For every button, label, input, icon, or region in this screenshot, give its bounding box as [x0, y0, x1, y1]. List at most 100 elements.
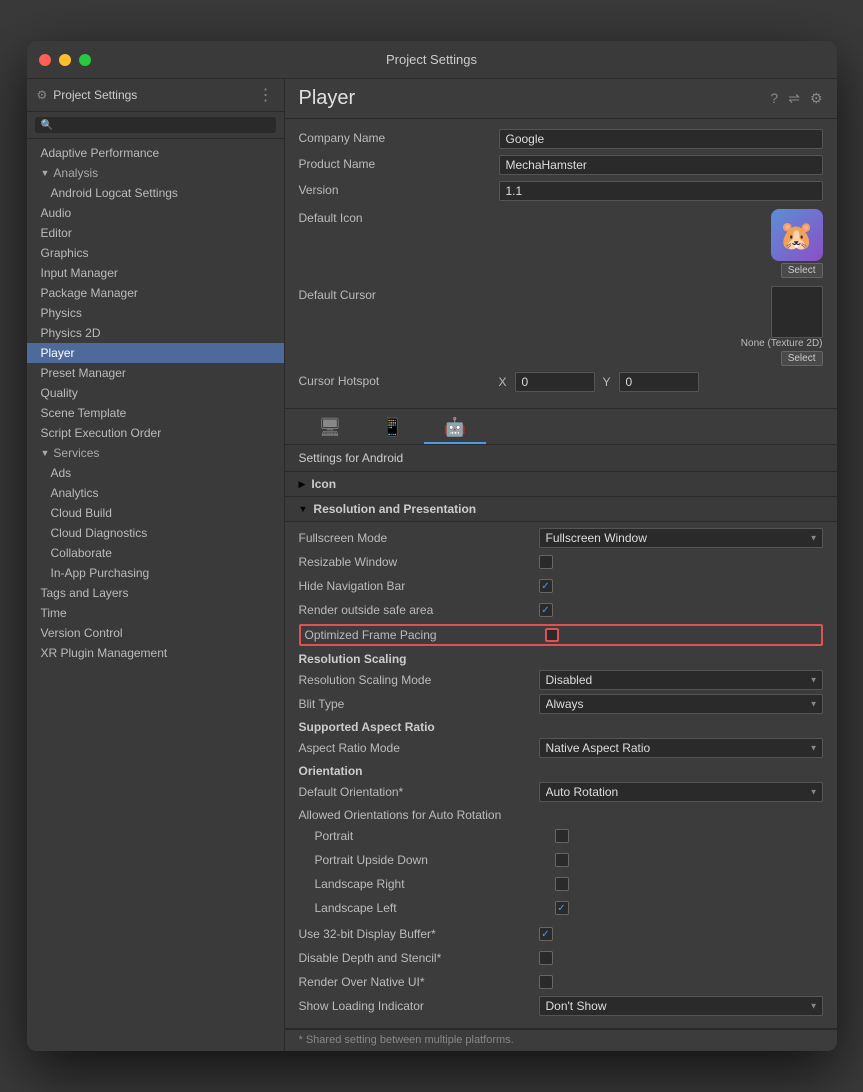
- company-name-input[interactable]: [499, 129, 823, 149]
- search-input[interactable]: [57, 119, 270, 131]
- sidebar-item-player[interactable]: Player: [27, 343, 284, 363]
- optimized-frame-checkbox[interactable]: [545, 628, 559, 642]
- sidebar-header: ⚙ Project Settings ⋮: [27, 79, 284, 112]
- settings-icon[interactable]: ⚙: [810, 90, 823, 107]
- resizable-row: Resizable Window: [299, 552, 823, 572]
- portrait-checkbox[interactable]: [555, 829, 569, 843]
- portrait-upside-row: Portrait Upside Down: [299, 850, 823, 870]
- layout-icon[interactable]: ⇌: [788, 90, 800, 107]
- sidebar-item-analysis[interactable]: ▼ Analysis: [27, 163, 284, 183]
- depth-stencil-row: Disable Depth and Stencil*: [299, 948, 823, 968]
- fullscreen-select[interactable]: Fullscreen Window Windowed Maximized Win…: [539, 528, 823, 548]
- sidebar-item-xr-plugin[interactable]: XR Plugin Management: [27, 643, 284, 663]
- render-outside-label: Render outside safe area: [299, 603, 539, 617]
- settings-for-label: Settings for Android: [285, 445, 837, 472]
- landscape-left-checkbox[interactable]: [555, 901, 569, 915]
- sidebar-item-script-execution[interactable]: Script Execution Order: [27, 423, 284, 443]
- sidebar-item-in-app[interactable]: In-App Purchasing: [27, 563, 284, 583]
- render-native-control: [539, 975, 823, 989]
- fullscreen-row: Fullscreen Mode Fullscreen Window Window…: [299, 528, 823, 548]
- render-outside-checkbox[interactable]: [539, 603, 553, 617]
- maximize-button[interactable]: [79, 54, 91, 66]
- platform-tab-monitor[interactable]: 🖥: [299, 413, 362, 444]
- render-outside-row: Render outside safe area: [299, 600, 823, 620]
- sidebar-item-physics2d[interactable]: Physics 2D: [27, 323, 284, 343]
- sidebar-item-package-manager[interactable]: Package Manager: [27, 283, 284, 303]
- blit-type-select[interactable]: Always Never Auto: [539, 694, 823, 714]
- depth-stencil-checkbox[interactable]: [539, 951, 553, 965]
- landscape-right-checkbox[interactable]: [555, 877, 569, 891]
- aspect-ratio-row: Aspect Ratio Mode Native Aspect Ratio Fi…: [299, 738, 823, 758]
- depth-stencil-control: [539, 951, 823, 965]
- render-native-label: Render Over Native UI*: [299, 975, 539, 989]
- optimized-frame-row: Optimized Frame Pacing: [299, 624, 823, 646]
- titlebar: Project Settings: [27, 41, 837, 79]
- sidebar-item-cloud-diagnostics[interactable]: Cloud Diagnostics: [27, 523, 284, 543]
- cursor-preview: [771, 286, 823, 338]
- sidebar-item-input-manager[interactable]: Input Manager: [27, 263, 284, 283]
- product-name-input[interactable]: [499, 155, 823, 175]
- aspect-ratio-select[interactable]: Native Aspect Ratio Fixed Width Fixed He…: [539, 738, 823, 758]
- shared-note: * Shared setting between multiple platfo…: [285, 1029, 837, 1050]
- close-button[interactable]: [39, 54, 51, 66]
- landscape-right-control: [555, 877, 823, 891]
- hide-nav-label: Hide Navigation Bar: [299, 579, 539, 593]
- company-name-label: Company Name: [299, 129, 499, 145]
- default-cursor-control: None (Texture 2D) Select: [499, 286, 823, 366]
- icon-preview: 🐹: [771, 209, 823, 261]
- resizable-checkbox[interactable]: [539, 555, 553, 569]
- main-window: Project Settings ⚙ Project Settings ⋮ 🔍 …: [27, 41, 837, 1051]
- sidebar-item-collaborate[interactable]: Collaborate: [27, 543, 284, 563]
- platform-tab-android[interactable]: 🤖: [424, 413, 486, 444]
- sidebar-item-version-control[interactable]: Version Control: [27, 623, 284, 643]
- hotspot-y-input[interactable]: [619, 372, 699, 392]
- main-content: ⚙ Project Settings ⋮ 🔍 Adaptive Performa…: [27, 79, 837, 1051]
- splash-image-section[interactable]: ▶ Splash Image: [285, 1050, 837, 1051]
- display-buffer-checkbox[interactable]: [539, 927, 553, 941]
- render-native-checkbox[interactable]: [539, 975, 553, 989]
- cursor-select-button[interactable]: Select: [781, 351, 823, 366]
- sidebar-menu-icon[interactable]: ⋮: [258, 85, 274, 105]
- icon-section-toggle[interactable]: ▶ Icon: [285, 472, 837, 497]
- icon-select-button[interactable]: Select: [781, 263, 823, 278]
- sidebar-item-preset-manager[interactable]: Preset Manager: [27, 363, 284, 383]
- platform-tab-mobile[interactable]: 📱: [361, 413, 423, 444]
- version-input[interactable]: [499, 181, 823, 201]
- portrait-label: Portrait: [315, 829, 555, 843]
- sidebar-item-physics[interactable]: Physics: [27, 303, 284, 323]
- sidebar-item-quality[interactable]: Quality: [27, 383, 284, 403]
- sidebar-item-graphics[interactable]: Graphics: [27, 243, 284, 263]
- scaling-mode-control: Disabled Fixed DPI Letterbox ▼: [539, 670, 823, 690]
- hide-nav-checkbox[interactable]: [539, 579, 553, 593]
- default-icon-control: 🐹 Select: [499, 209, 823, 278]
- sidebar-item-adaptive[interactable]: Adaptive Performance: [27, 143, 284, 163]
- minimize-button[interactable]: [59, 54, 71, 66]
- help-icon[interactable]: ?: [770, 90, 778, 107]
- hotspot-x-input[interactable]: [515, 372, 595, 392]
- sidebar-item-cloud-build[interactable]: Cloud Build: [27, 503, 284, 523]
- sidebar-item-android-logcat[interactable]: Android Logcat Settings: [27, 183, 284, 203]
- panel-scroll[interactable]: Company Name Product Name Version: [285, 119, 837, 1051]
- default-orientation-select[interactable]: Auto Rotation Portrait Portrait Upside D…: [539, 782, 823, 802]
- hide-nav-row: Hide Navigation Bar: [299, 576, 823, 596]
- sidebar-item-time[interactable]: Time: [27, 603, 284, 623]
- sidebar-item-editor[interactable]: Editor: [27, 223, 284, 243]
- window-title: Project Settings: [386, 52, 477, 67]
- portrait-upside-control: [555, 853, 823, 867]
- sidebar-item-ads[interactable]: Ads: [27, 463, 284, 483]
- info-section: Company Name Product Name Version: [285, 119, 837, 409]
- sidebar-item-audio[interactable]: Audio: [27, 203, 284, 223]
- sidebar-item-services[interactable]: ▼ Services: [27, 443, 284, 463]
- sidebar-item-scene-template[interactable]: Scene Template: [27, 403, 284, 423]
- services-arrow: ▼: [41, 448, 50, 458]
- portrait-upside-checkbox[interactable]: [555, 853, 569, 867]
- scaling-mode-select[interactable]: Disabled Fixed DPI Letterbox: [539, 670, 823, 690]
- landscape-left-control: [555, 901, 823, 915]
- sidebar-item-tags-layers[interactable]: Tags and Layers: [27, 583, 284, 603]
- loading-indicator-label: Show Loading Indicator: [299, 999, 539, 1013]
- resolution-section-toggle[interactable]: ▼ Resolution and Presentation: [285, 497, 837, 522]
- platform-tabs: 🖥 📱 🤖: [285, 409, 837, 445]
- hotspot-inputs: X Y: [499, 372, 823, 392]
- loading-indicator-select[interactable]: Don't Show Progressive Bar Rotating Indi…: [539, 996, 823, 1016]
- sidebar-item-analytics[interactable]: Analytics: [27, 483, 284, 503]
